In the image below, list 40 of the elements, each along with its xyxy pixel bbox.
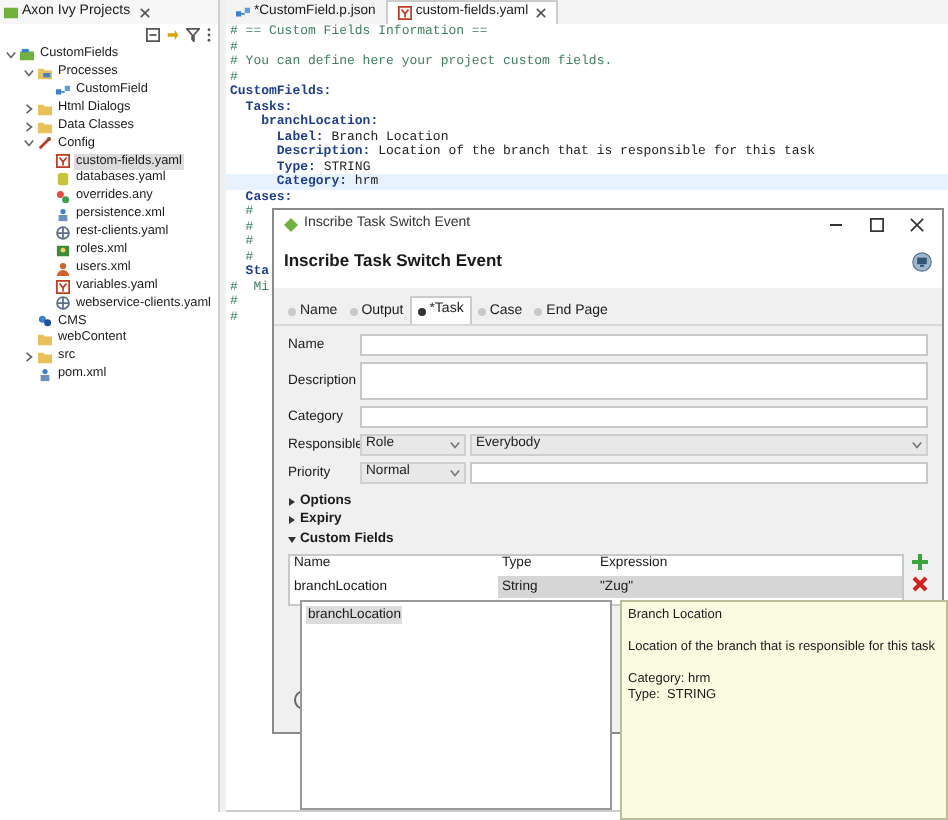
- database-icon: [56, 172, 70, 187]
- close-icon[interactable]: [910, 217, 924, 231]
- more-icon[interactable]: [206, 27, 212, 41]
- delete-icon[interactable]: [912, 575, 928, 591]
- users-icon: [56, 261, 70, 276]
- filter-icon[interactable]: [186, 27, 200, 41]
- chevron-down-icon: [912, 440, 922, 450]
- monitor-icon: [912, 252, 932, 272]
- roles-icon: [56, 243, 70, 258]
- folder-icon: [38, 65, 52, 80]
- minimize-icon[interactable]: [830, 223, 842, 225]
- project-icon: [20, 47, 34, 62]
- add-icon[interactable]: [912, 553, 928, 569]
- text-field[interactable]: [360, 334, 928, 356]
- wrench-icon: [38, 136, 52, 151]
- process-icon: [56, 83, 70, 98]
- maximize-icon[interactable]: [870, 217, 884, 231]
- close-icon[interactable]: [140, 7, 151, 17]
- dialog-heading: Inscribe Task Switch Event: [284, 248, 504, 274]
- collapse-all-icon[interactable]: [146, 27, 160, 41]
- collapse-arrow-icon[interactable]: [288, 535, 296, 544]
- project-icon: [4, 5, 18, 19]
- globe-icon: [56, 296, 70, 311]
- app-icon: [284, 217, 298, 231]
- file-icon: [56, 190, 70, 205]
- xml-file-icon: [56, 207, 70, 222]
- cms-icon: [38, 314, 52, 329]
- yaml-file-icon: [56, 279, 70, 294]
- close-icon[interactable]: [536, 8, 547, 18]
- yaml-file-icon: [56, 154, 70, 169]
- chevron-down-icon: [450, 440, 460, 450]
- expand-arrow-icon[interactable]: [288, 497, 296, 506]
- globe-icon: [56, 225, 70, 240]
- text-field[interactable]: [360, 406, 928, 428]
- text-field[interactable]: [470, 462, 928, 484]
- yaml-file-icon: [397, 6, 412, 20]
- expand-arrow-icon[interactable]: [288, 516, 296, 525]
- process-icon: [236, 5, 250, 19]
- chevron-down-icon: [450, 468, 460, 478]
- xml-file-icon: [38, 367, 52, 382]
